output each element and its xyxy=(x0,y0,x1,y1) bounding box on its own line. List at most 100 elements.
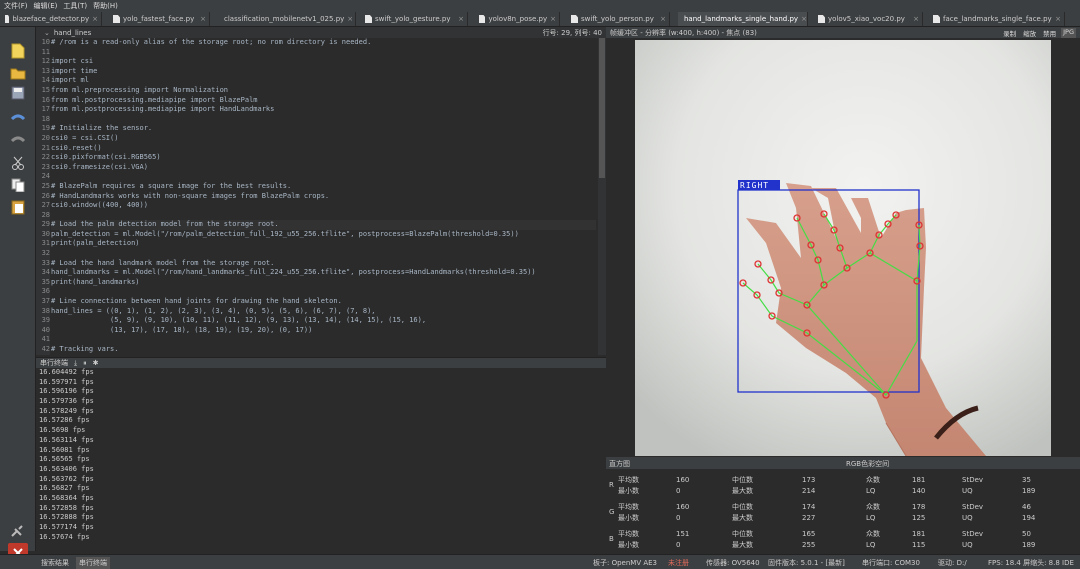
code-line[interactable]: csi0.pixformat(csi.RGB565) xyxy=(51,153,596,163)
stat-cell: 众数 xyxy=(866,530,880,538)
close-icon[interactable]: × xyxy=(1055,15,1061,23)
close-icon[interactable]: × xyxy=(801,15,807,23)
code-line[interactable]: palm_detection = ml.Model("/rom/palm_det… xyxy=(51,230,596,240)
code-line[interactable] xyxy=(51,211,596,221)
file-tab[interactable]: hand_landmarks_single_hand.py × xyxy=(678,12,808,26)
stat-cell: 最大数 xyxy=(732,541,753,549)
frame-buffer-info: 帧缓冲区 - 分辨率 (w:400, h:400) - 焦点 (83) xyxy=(610,28,757,37)
editor-function-selector[interactable]: hand_lines xyxy=(54,29,91,37)
code-line[interactable] xyxy=(51,335,596,345)
redo-icon[interactable] xyxy=(8,131,28,151)
stat-cell: UQ xyxy=(962,514,973,522)
code-line[interactable] xyxy=(51,172,596,182)
code-line[interactable]: # BlazePalm requires a square image for … xyxy=(51,182,596,192)
paste-icon[interactable] xyxy=(8,197,28,217)
code-line[interactable] xyxy=(51,48,596,58)
close-icon[interactable]: × xyxy=(92,15,98,23)
code-line[interactable] xyxy=(51,115,596,125)
line-number: 28 xyxy=(41,210,50,219)
code-line[interactable] xyxy=(51,287,596,297)
status-bar: 搜索结果 串行终端 板子: OpenMV AE3 未注册 传感器: OV5640 固件版本… xyxy=(0,554,1080,569)
code-line[interactable]: # Tracking vars. xyxy=(51,345,596,355)
bottom-tab[interactable]: 串行终端 xyxy=(76,557,110,569)
undo-icon[interactable] xyxy=(8,109,28,129)
close-icon[interactable]: × xyxy=(913,15,919,23)
copy-icon[interactable] xyxy=(8,175,28,195)
code-line[interactable]: # Initialize the sensor. xyxy=(51,124,596,134)
code-line[interactable]: hand_landmarks = ml.Model("/rom/hand_lan… xyxy=(51,268,596,278)
serial-terminal-output[interactable]: 16.604492 fps 16.597971 fps 16.596196 fps 1… xyxy=(36,368,606,551)
file-tab[interactable]: swift_yolo_gesture.py × xyxy=(362,12,468,26)
file-tab[interactable]: yolov5_xiao_voc20.py × xyxy=(815,12,923,26)
bottom-tab[interactable]: 搜索结果 xyxy=(38,557,72,569)
code-line[interactable]: from ml.postprocessing.mediapipe import … xyxy=(51,105,596,115)
open-folder-icon[interactable] xyxy=(8,63,28,83)
code-line[interactable]: import ml xyxy=(51,76,596,86)
status-item[interactable]: 未注册 xyxy=(668,558,689,568)
code-line[interactable]: (13, 17), (17, 18), (18, 19), (19, 20), … xyxy=(51,326,596,336)
frame-buffer-button[interactable]: 录制 xyxy=(1001,28,1018,38)
file-tab-label: classification_mobilenetv1_025.py xyxy=(224,15,345,23)
stat-cell: 174 xyxy=(802,503,816,511)
code-line[interactable] xyxy=(51,249,596,259)
code-line[interactable]: # Line connections between hand joints f… xyxy=(51,297,596,307)
channel-label: G xyxy=(609,508,615,516)
code-line[interactable]: # Load the hand landmark model from the … xyxy=(51,259,596,269)
code-text[interactable]: # /rom is a read-only alias of the stora… xyxy=(51,38,596,355)
code-line[interactable]: (5, 9), (9, 10), (10, 11), (11, 12), (9,… xyxy=(51,316,596,326)
function-list-icon[interactable]: ⌄ xyxy=(44,29,50,37)
file-tab[interactable]: classification_mobilenetv1_025.py × xyxy=(218,12,356,26)
stat-cell: 平均数 xyxy=(618,503,639,511)
file-tab[interactable]: yolo_fastest_face.py × xyxy=(110,12,210,26)
frame-buffer-button[interactable]: JPG xyxy=(1061,28,1076,38)
histogram-header: 直方图 RGB色彩空间 xyxy=(606,457,1080,469)
line-number-gutter: 10 11 12 13 14 15 16 17 18 19 20 21 22 23 24 25 26 27 28 29… xyxy=(36,38,50,355)
code-line[interactable]: # /rom is a read-only alias of the stora… xyxy=(51,38,596,48)
stat-cell: 255 xyxy=(802,541,816,549)
close-icon[interactable]: × xyxy=(458,15,464,23)
code-line[interactable]: import csi xyxy=(51,57,596,67)
stat-cell: 165 xyxy=(802,530,816,538)
code-line[interactable]: # HandLandmarks works with non-square im… xyxy=(51,192,596,202)
clear-icon[interactable]: ⤓ xyxy=(74,359,77,368)
code-line[interactable]: csi0.window((400, 400)) xyxy=(51,201,596,211)
frame-buffer-button[interactable]: 缩放 xyxy=(1021,28,1038,38)
code-line[interactable]: print(palm_detection) xyxy=(51,239,596,249)
code-editor[interactable]: 10 11 12 13 14 15 16 17 18 19 20 21 22 23 24 25 26 27 28 29… xyxy=(36,38,606,355)
pause-icon[interactable]: ⏸ xyxy=(83,359,87,368)
menu-item[interactable]: 编辑(E) xyxy=(34,1,58,11)
code-line[interactable]: csi0 = csi.CSI() xyxy=(51,134,596,144)
cut-icon[interactable] xyxy=(8,153,28,173)
connect-icon[interactable] xyxy=(8,521,28,541)
serial-line: 16.596196 fps xyxy=(39,387,94,396)
code-line[interactable]: import time xyxy=(51,67,596,77)
serial-line: 16.604492 fps xyxy=(39,368,94,376)
file-tab[interactable]: blazeface_detector.py × xyxy=(2,12,102,26)
close-icon[interactable]: × xyxy=(200,15,206,23)
code-line[interactable]: from ml.preprocessing import Normalizati… xyxy=(51,86,596,96)
menu-item[interactable]: 工具(T) xyxy=(63,1,87,11)
editor-scrollbar[interactable] xyxy=(598,38,606,355)
scrollbar-thumb[interactable] xyxy=(599,38,605,178)
frame-buffer-button[interactable]: 禁用 xyxy=(1041,28,1058,38)
settings-icon[interactable]: ✱ xyxy=(93,359,99,367)
code-line[interactable]: csi0.reset() xyxy=(51,144,596,154)
code-line[interactable]: # Load the palm detection model from the… xyxy=(51,220,596,230)
file-tab[interactable]: swift_yolo_person.py × xyxy=(568,12,670,26)
save-icon[interactable] xyxy=(8,83,28,103)
code-line[interactable]: hand_lines = ((0, 1), (1, 2), (2, 3), (3… xyxy=(51,307,596,317)
file-tab[interactable]: yolov8n_pose.py × xyxy=(476,12,560,26)
serial-line: 16.5698 fps xyxy=(39,426,86,435)
color-space-selector[interactable]: RGB色彩空间 xyxy=(846,459,889,469)
code-line[interactable]: csi0.framesize(csi.VGA) xyxy=(51,163,596,173)
close-icon[interactable]: × xyxy=(660,15,666,23)
code-line[interactable]: from ml.postprocessing.mediapipe import … xyxy=(51,96,596,106)
line-number: 39 xyxy=(41,316,50,325)
close-icon[interactable]: × xyxy=(347,15,353,23)
file-tab[interactable]: face_landmarks_single_face.py × xyxy=(930,12,1065,26)
menu-item[interactable]: 帮助(H) xyxy=(93,1,118,11)
menu-item[interactable]: 文件(F) xyxy=(4,1,28,11)
new-file-icon[interactable] xyxy=(8,41,28,61)
close-icon[interactable]: × xyxy=(550,15,556,23)
code-line[interactable]: print(hand_landmarks) xyxy=(51,278,596,288)
